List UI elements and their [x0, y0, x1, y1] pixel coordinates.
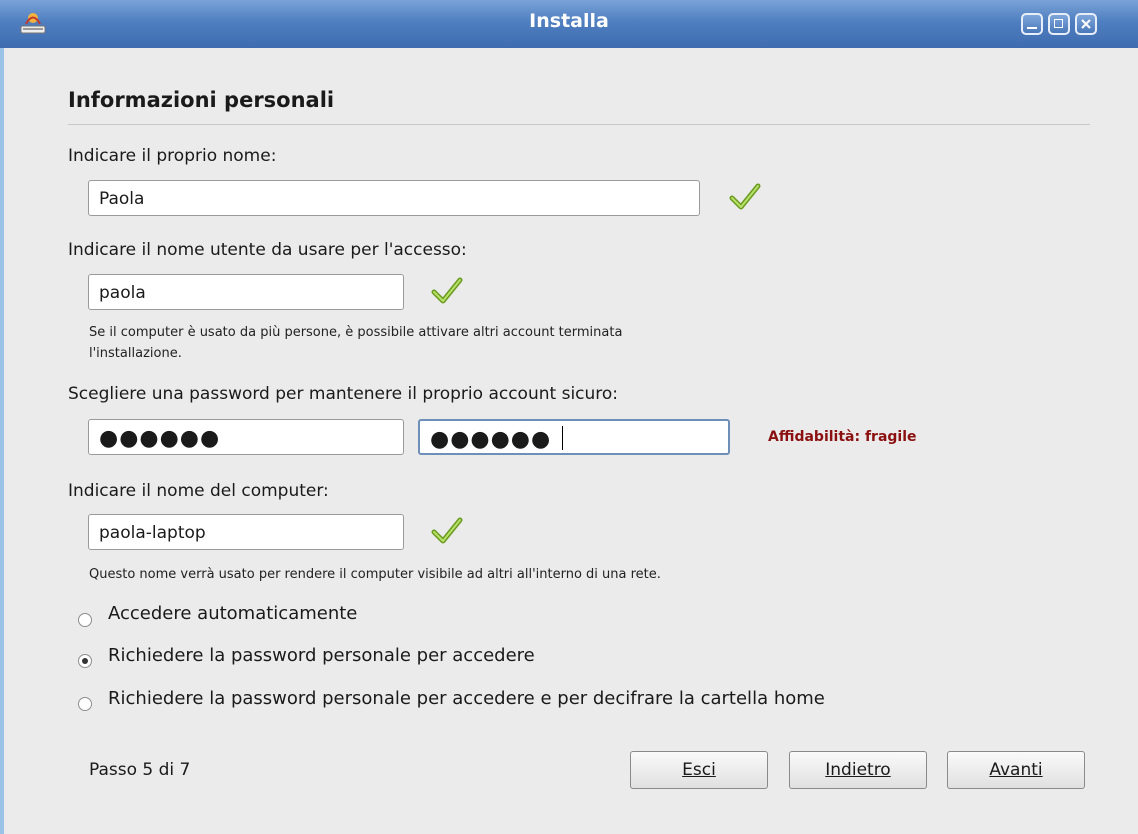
password-strength-label: Affidabilità: fragile	[768, 429, 917, 445]
maximize-button[interactable]	[1048, 13, 1070, 35]
section-title: Informazioni personali	[68, 88, 335, 112]
username-input[interactable]: paola	[88, 274, 404, 310]
radio-require-password[interactable]	[78, 654, 92, 668]
radio-auto-login[interactable]	[78, 613, 92, 627]
minimize-icon	[1027, 27, 1037, 29]
password-confirm-input[interactable]: ●●●●●●	[418, 419, 730, 455]
password-mask: ●●●●●●	[99, 426, 221, 451]
back-button[interactable]: Indietro	[789, 751, 927, 789]
radio-selected-dot	[82, 658, 88, 664]
maximize-icon	[1054, 19, 1063, 28]
quit-button[interactable]: Esci	[630, 751, 768, 789]
username-label: Indicare il nome utente da usare per l'a…	[68, 240, 467, 260]
checkmark-icon	[431, 277, 463, 304]
radio-label-require-password-encrypt-home[interactable]: Richiedere la password personale per acc…	[108, 688, 825, 709]
minimize-button[interactable]	[1021, 13, 1043, 35]
username-hint-line-2: l'installazione.	[89, 346, 182, 361]
text-caret	[562, 426, 563, 450]
step-indicator: Passo 5 di 7	[89, 760, 191, 780]
radio-require-password-encrypt-home[interactable]	[78, 697, 92, 711]
username-hint: Se il computer è usato da più persone, è…	[89, 322, 622, 364]
password-input[interactable]: ●●●●●●	[88, 419, 404, 455]
forward-button[interactable]: Avanti	[947, 751, 1085, 789]
computer-name-input[interactable]: paola-laptop	[88, 514, 404, 550]
close-icon	[1081, 19, 1091, 29]
radio-label-auto-login[interactable]: Accedere automaticamente	[108, 603, 357, 624]
radio-label-require-password[interactable]: Richiedere la password personale per acc…	[108, 645, 535, 666]
username-hint-line-1: Se il computer è usato da più persone, è…	[89, 325, 623, 340]
password-label: Scegliere una password per mantenere il …	[68, 384, 619, 404]
computer-name-label: Indicare il nome del computer:	[68, 481, 329, 501]
name-label: Indicare il proprio nome:	[68, 146, 277, 166]
close-button[interactable]	[1075, 13, 1097, 35]
window-title: Installa	[529, 10, 609, 32]
name-input[interactable]: Paola	[88, 180, 700, 216]
checkmark-icon	[729, 183, 761, 210]
checkmark-icon	[431, 517, 463, 544]
window-titlebar[interactable]: Installa	[0, 0, 1138, 48]
window-left-edge	[0, 48, 4, 834]
computer-name-hint: Questo nome verrà usato per rendere il c…	[89, 567, 661, 582]
section-divider	[68, 124, 1090, 125]
password-confirm-mask: ●●●●●●	[430, 427, 552, 452]
